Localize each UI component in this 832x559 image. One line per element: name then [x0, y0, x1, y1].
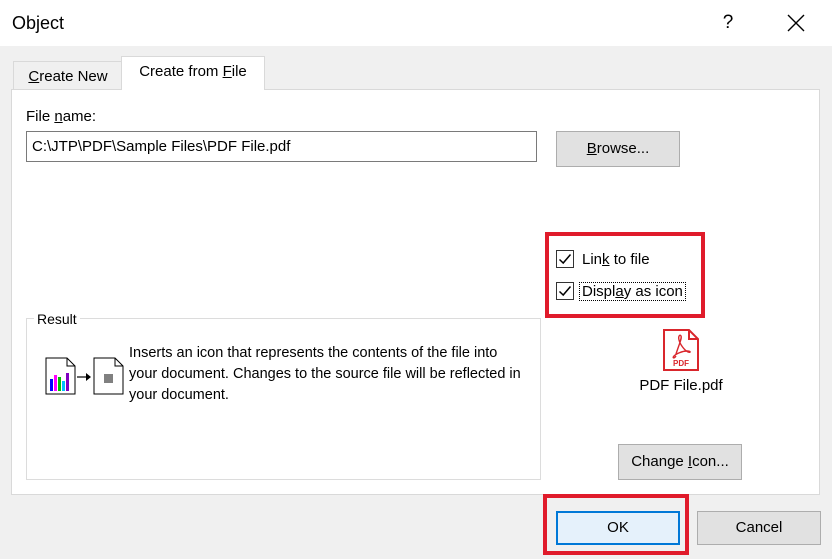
result-legend: Result [34, 311, 80, 327]
close-icon [787, 14, 805, 32]
arrow-right-icon [77, 373, 91, 381]
title-bar: Object ? [0, 0, 832, 46]
highlight-checkboxes-annotation [545, 232, 705, 318]
close-button[interactable] [780, 8, 812, 38]
target-document-icon [93, 357, 124, 395]
icon-caption: PDF File.pdf [639, 377, 723, 394]
pdf-file-icon: PDF [663, 329, 699, 371]
tab-create-from-file[interactable]: Create from File [121, 56, 265, 90]
tab-create-new[interactable]: Create New [13, 61, 123, 90]
cancel-button[interactable]: Cancel [697, 511, 821, 545]
highlight-ok-annotation [543, 494, 689, 555]
change-icon-button[interactable]: Change Icon... [618, 444, 742, 480]
result-description: Inserts an icon that represents the cont… [129, 345, 521, 403]
help-icon: ? [722, 12, 734, 33]
help-button[interactable]: ? [715, 8, 741, 38]
source-document-icon [45, 357, 76, 395]
browse-button[interactable]: Browse... [556, 131, 680, 167]
file-name-label: File name: [26, 108, 97, 125]
window-title: Object [12, 13, 65, 33]
insert-icon-illustration [45, 357, 124, 395]
pdf-badge-text: PDF [673, 359, 689, 368]
file-name-input[interactable]: C:\JTP\PDF\Sample Files\PDF File.pdf [26, 131, 537, 162]
